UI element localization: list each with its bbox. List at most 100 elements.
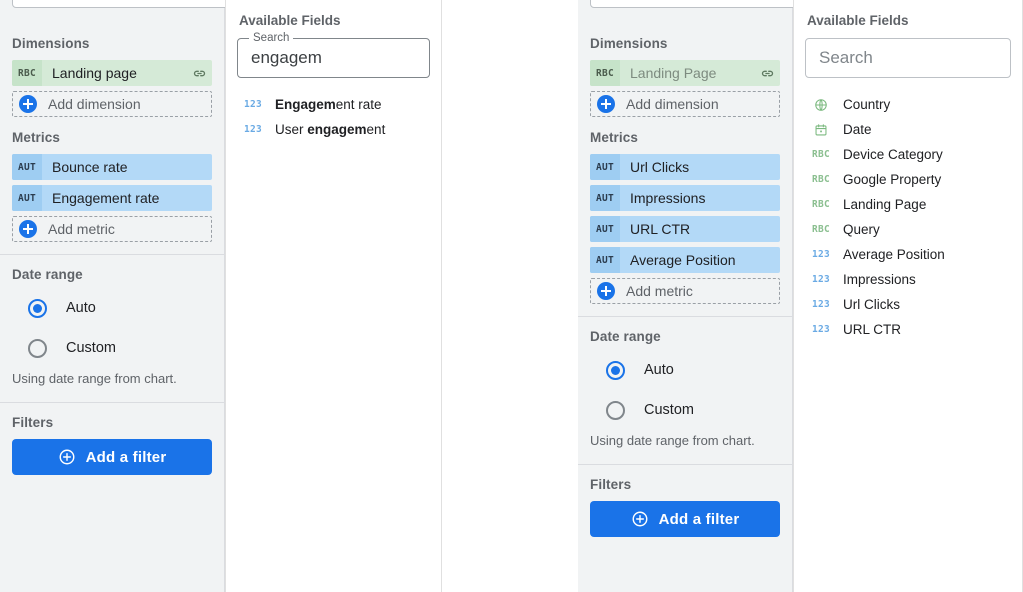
list-item[interactable]: Country — [805, 92, 1011, 117]
left-add-filter-button[interactable]: Add a filter — [12, 439, 212, 475]
list-item[interactable]: 123 Impressions — [805, 267, 1011, 292]
right-metric-chip-url-ctr[interactable]: AUT URL CTR — [590, 216, 780, 242]
left-metric-chip-engagement-rate[interactable]: AUT Engagement rate — [12, 185, 212, 211]
auto-type-icon: AUT — [12, 154, 42, 180]
right-search-input[interactable]: Search — [805, 38, 1011, 78]
list-item[interactable]: 123 URL CTR — [805, 317, 1011, 342]
list-item[interactable]: RBC Query — [805, 217, 1011, 242]
left-add-metric-button[interactable]: Add metric — [12, 216, 212, 242]
text-type-icon: RBC — [811, 224, 831, 235]
left-filters-title: Filters — [12, 415, 54, 430]
list-item[interactable]: RBC Device Category — [805, 142, 1011, 167]
circle-plus-icon — [631, 510, 649, 528]
right-add-filter-label: Add a filter — [658, 510, 740, 528]
number-type-icon: 123 — [811, 324, 831, 335]
right-filters-section: Filters Add a filter — [578, 465, 792, 549]
right-date-range-hint: Using date range from chart. — [590, 433, 755, 448]
number-type-icon: 123 — [243, 124, 263, 135]
right-field-name: URL CTR — [843, 322, 902, 337]
left-dimension-chip-landing-page[interactable]: RBC Landing page — [12, 60, 212, 86]
auto-type-icon: AUT — [590, 185, 620, 211]
globe-icon — [808, 98, 834, 112]
left-add-dimension-label: Add dimension — [48, 96, 141, 112]
right-field-name: Query — [843, 222, 880, 237]
left-search-input[interactable]: Search engagem — [237, 31, 430, 78]
left-metric-chip-label: Engagement rate — [52, 190, 160, 206]
auto-type-icon: AUT — [590, 216, 620, 242]
left-add-dimension-button[interactable]: Add dimension — [12, 91, 212, 117]
right-metric-chip-label: Impressions — [630, 190, 706, 206]
text-type-icon: RBC — [811, 149, 831, 160]
text-type-icon: RBC — [811, 199, 831, 210]
right-add-filter-button[interactable]: Add a filter — [590, 501, 780, 537]
left-search-value: engagem — [251, 48, 322, 67]
list-item[interactable]: RBC Google Property — [805, 167, 1011, 192]
screenshot-root: Dimensions RBC Landing page Add dimensio… — [0, 0, 1023, 592]
right-date-range-custom-label: Custom — [644, 402, 694, 418]
right-metric-chip-label: Url Clicks — [630, 159, 690, 175]
list-item[interactable]: Date — [805, 117, 1011, 142]
right-add-metric-button[interactable]: Add metric — [590, 278, 780, 304]
right-metric-chip-label: Average Position — [630, 252, 736, 268]
left-metrics-title: Metrics — [12, 130, 60, 145]
radio-unselected-icon — [28, 338, 47, 358]
list-item[interactable]: 123 User engagement — [237, 117, 430, 142]
left-search-floating-label: Search — [249, 31, 294, 45]
text-type-icon: RBC — [12, 60, 42, 86]
right-metric-chip-average-position[interactable]: AUT Average Position — [590, 247, 780, 273]
left-field-result-name: Engagement rate — [275, 97, 382, 112]
left-date-range-section: Date range Auto Custom Using date range … — [0, 255, 224, 403]
left-dimensions-title: Dimensions — [12, 36, 90, 51]
right-date-range-auto-label: Auto — [644, 362, 674, 378]
right-fields-section: Dimensions RBC Landing Page Add dimensio… — [578, 26, 792, 317]
list-item[interactable]: 123 Engagement rate — [237, 92, 430, 117]
right-date-range-option-auto[interactable]: Auto — [606, 353, 780, 387]
left-field-results-list: 123 Engagement rate 123 User engagement — [237, 92, 430, 142]
number-type-icon: 123 — [811, 299, 831, 310]
left-setup-panel: Dimensions RBC Landing page Add dimensio… — [0, 0, 432, 592]
right-search-placeholder: Search — [819, 48, 873, 67]
left-filters-section: Filters Add a filter — [0, 403, 224, 487]
right-add-dimension-button[interactable]: Add dimension — [590, 91, 780, 117]
calendar-icon — [808, 123, 834, 137]
link-icon — [754, 66, 780, 81]
plus-icon — [19, 95, 37, 113]
list-item[interactable]: 123 Url Clicks — [805, 292, 1011, 317]
number-type-icon: 123 — [811, 249, 831, 260]
right-field-name: Landing Page — [843, 197, 927, 212]
right-metric-chip-url-clicks[interactable]: AUT Url Clicks — [590, 154, 780, 180]
right-add-dimension-label: Add dimension — [626, 96, 719, 112]
auto-type-icon: AUT — [590, 247, 620, 273]
right-dimension-chip-label: Landing Page — [630, 65, 717, 81]
left-date-range-custom-label: Custom — [66, 340, 116, 356]
left-dimension-chip-label: Landing page — [52, 65, 137, 81]
right-dimension-chip-landing-page[interactable]: RBC Landing Page — [590, 60, 780, 86]
right-field-name: Device Category — [843, 147, 943, 162]
list-item[interactable]: 123 Average Position — [805, 242, 1011, 267]
right-date-range-option-custom[interactable]: Custom — [606, 393, 780, 427]
right-field-name: Url Clicks — [843, 297, 900, 312]
left-add-metric-label: Add metric — [48, 221, 115, 237]
left-date-range-hint: Using date range from chart. — [12, 371, 177, 386]
right-metric-chip-impressions[interactable]: AUT Impressions — [590, 185, 780, 211]
list-item[interactable]: RBC Landing Page — [805, 192, 1011, 217]
right-field-name: Google Property — [843, 172, 942, 187]
right-field-name: Impressions — [843, 272, 916, 287]
radio-selected-icon — [28, 298, 47, 318]
number-type-icon: 123 — [811, 274, 831, 285]
left-metric-chip-bounce-rate[interactable]: AUT Bounce rate — [12, 154, 212, 180]
left-date-range-option-custom[interactable]: Custom — [28, 331, 212, 365]
left-field-result-name: User engagement — [275, 122, 386, 137]
text-type-icon: RBC — [590, 60, 620, 86]
circle-plus-icon — [58, 448, 76, 466]
radio-unselected-icon — [606, 400, 625, 420]
auto-type-icon: AUT — [590, 154, 620, 180]
left-date-range-option-auto[interactable]: Auto — [28, 291, 212, 325]
right-metrics-title: Metrics — [590, 130, 638, 145]
plus-icon — [597, 282, 615, 300]
left-available-fields-panel: Available Fields Search engagem 123 Enga… — [225, 0, 442, 592]
number-type-icon: 123 — [243, 99, 263, 110]
right-filters-title: Filters — [590, 477, 632, 492]
left-date-range-auto-label: Auto — [66, 300, 96, 316]
auto-type-icon: AUT — [12, 185, 42, 211]
